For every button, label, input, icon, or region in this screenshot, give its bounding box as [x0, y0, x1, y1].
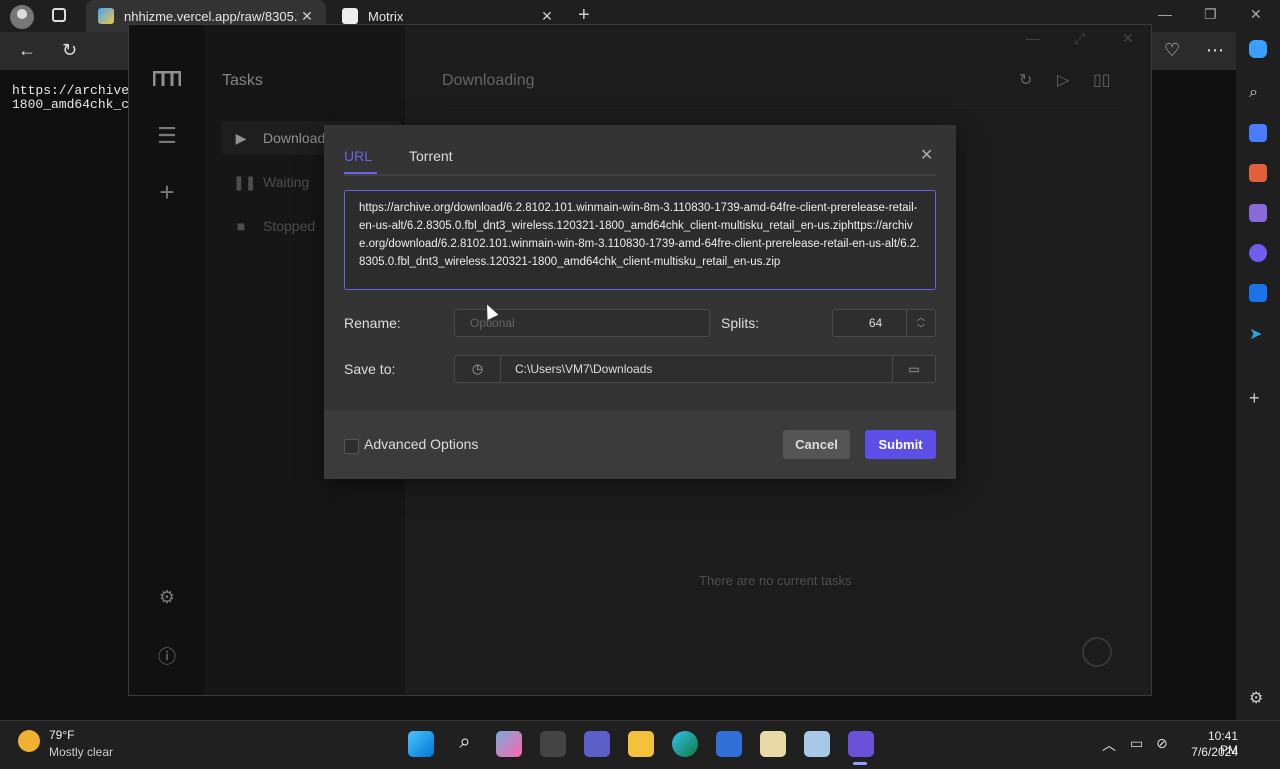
settings-icon[interactable]: ⚙	[1249, 688, 1267, 707]
saveto-field[interactable]: ◷ C:\Users\VM7\Downloads ▭	[454, 355, 936, 383]
dialog-footer: Advanced Options Cancel Submit	[324, 410, 956, 479]
splits-stepper[interactable]: 64 ︿ ﹀	[832, 309, 936, 337]
spinner[interactable]: ︿ ﹀	[906, 310, 935, 336]
splits-label: Splits:	[721, 315, 760, 331]
advanced-options-label[interactable]: Advanced Options	[364, 436, 478, 452]
back-icon[interactable]: ←	[18, 40, 36, 61]
url-textarea[interactable]: https://archive.org/download/6.2.8102.10…	[344, 190, 936, 290]
copilot-taskbar-icon[interactable]	[496, 731, 522, 757]
saveto-path[interactable]: C:\Users\VM7\Downloads	[501, 362, 892, 376]
browser-tab-title: nhhizme.vercel.app/raw/8305.txt	[124, 8, 298, 24]
chevron-up-icon[interactable]: ︿	[917, 312, 925, 323]
tab-url[interactable]: URL	[344, 148, 372, 164]
dialog-close-icon[interactable]: ✕	[920, 145, 933, 165]
folder-icon[interactable]: ▭	[892, 356, 935, 382]
active-app-indicator	[853, 762, 867, 765]
tools-icon[interactable]	[1249, 164, 1267, 182]
add-task-dialog: URL Torrent ✕ https://archive.org/downlo…	[324, 125, 956, 479]
add-icon[interactable]: +	[1249, 388, 1267, 408]
more-icon[interactable]: ⋯	[1206, 40, 1224, 61]
history-icon[interactable]: ◷	[455, 356, 501, 382]
minimize-icon[interactable]: —	[1158, 6, 1172, 22]
task-view-icon[interactable]	[540, 731, 566, 757]
edge-icon[interactable]	[672, 731, 698, 757]
rename-label: Rename:	[344, 315, 401, 331]
profile-avatar[interactable]	[10, 5, 34, 29]
network-icon[interactable]: ▭	[1130, 735, 1143, 752]
close-tab-icon[interactable]: ✕	[538, 8, 556, 25]
m365-icon[interactable]	[1249, 244, 1267, 262]
shopping-icon[interactable]	[1249, 124, 1267, 142]
submit-button[interactable]: Submit	[865, 430, 936, 459]
chevron-up-icon[interactable]: ︿	[1102, 735, 1116, 755]
send-icon[interactable]: ➤	[1249, 324, 1267, 343]
notepad-icon[interactable]	[760, 731, 786, 757]
start-icon[interactable]	[408, 731, 434, 757]
tab-actions-icon[interactable]	[52, 8, 66, 22]
clock-date[interactable]: 7/6/2024	[1180, 745, 1238, 759]
splits-value: 64	[868, 316, 883, 330]
motrix-favicon-icon	[342, 8, 358, 24]
close-window-icon[interactable]: ✕	[1250, 6, 1262, 23]
copilot-icon[interactable]	[1249, 40, 1267, 58]
file-explorer-icon[interactable]	[628, 731, 654, 757]
volume-muted-icon[interactable]: ⊘	[1156, 735, 1168, 752]
vercel-favicon-icon	[98, 8, 114, 24]
new-tab-icon[interactable]: +	[578, 4, 590, 27]
browser-tab-title: Motrix	[368, 8, 404, 24]
chevron-down-icon[interactable]: ﹀	[917, 323, 925, 334]
raw-text-content: https://archive.o 1800_amd64chk_cl	[12, 83, 145, 112]
restore-icon[interactable]: ❐	[1204, 6, 1217, 23]
notes-icon[interactable]	[804, 731, 830, 757]
cancel-button[interactable]: Cancel	[783, 430, 850, 459]
weather-condition[interactable]: Mostly clear	[49, 745, 113, 759]
outlook-icon[interactable]	[1249, 284, 1267, 302]
refresh-icon[interactable]: ↻	[62, 40, 77, 61]
teams-icon[interactable]	[584, 731, 610, 757]
store-icon[interactable]	[716, 731, 742, 757]
games-icon[interactable]	[1249, 204, 1267, 222]
search-icon[interactable]: ⌕	[1249, 84, 1267, 102]
saveto-label: Save to:	[344, 361, 396, 377]
active-tab-indicator	[344, 172, 377, 174]
dialog-tabs: URL Torrent	[344, 143, 936, 176]
close-tab-icon[interactable]: ✕	[298, 8, 316, 25]
advanced-options-checkbox[interactable]	[344, 439, 359, 454]
tab-torrent[interactable]: Torrent	[409, 148, 453, 164]
weather-moon-icon[interactable]	[18, 730, 40, 752]
search-taskbar-icon[interactable]: ⌕	[452, 731, 478, 757]
motrix-taskbar-icon[interactable]	[848, 731, 874, 757]
weather-temp[interactable]: 79°F	[49, 728, 74, 742]
health-icon[interactable]: ♡	[1164, 40, 1180, 61]
